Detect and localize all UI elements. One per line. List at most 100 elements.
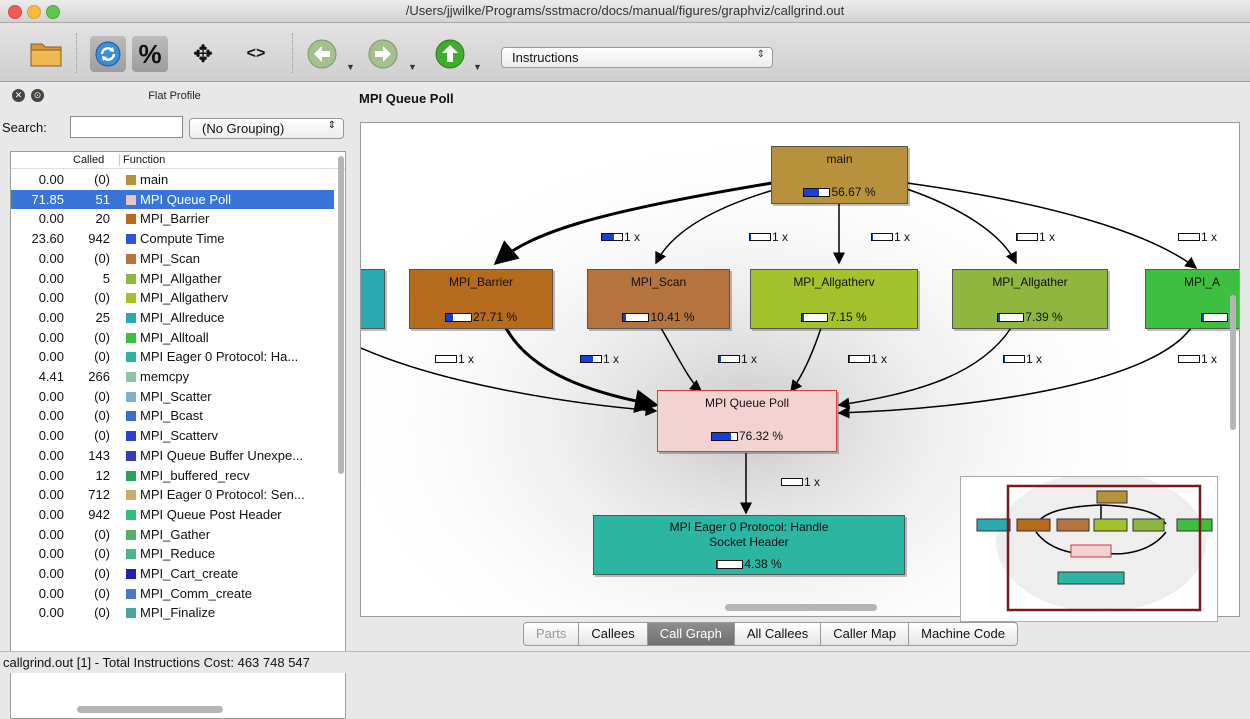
- up-dropdown-arrow[interactable]: ▼: [473, 62, 482, 72]
- search-input[interactable]: [70, 116, 183, 138]
- function-name: MPI Eager 0 Protocol: Ha...: [140, 349, 299, 365]
- list-item[interactable]: 0.00 (0) main: [11, 170, 334, 190]
- list-item[interactable]: 0.00 (0) MPI_Comm_create: [11, 584, 334, 604]
- node-main[interactable]: main 56.67 %: [771, 146, 908, 204]
- node-mpi-queue-poll[interactable]: MPI Queue Poll 76.32 %: [657, 390, 837, 452]
- node-mpi-alltoall[interactable]: MPI_A 5: [1145, 269, 1239, 329]
- graph-overview-minimap[interactable]: [960, 472, 1218, 622]
- list-item[interactable]: 0.00 (0) MPI_Allgatherv: [11, 288, 334, 308]
- list-item[interactable]: 71.85 51 MPI Queue Poll: [11, 189, 334, 210]
- function-name: MPI Queue Poll: [140, 191, 232, 207]
- tab-parts: Parts: [524, 623, 580, 645]
- scroll-thumb[interactable]: [1230, 295, 1236, 430]
- call-count: 20: [95, 211, 110, 227]
- list-item[interactable]: 0.00 (0) MPI_Scan: [11, 249, 334, 269]
- list-item[interactable]: 0.00 (0) MPI_Finalize: [11, 603, 334, 623]
- call-count: 712: [88, 487, 110, 503]
- event-type-select[interactable]: Instructions ⇕: [501, 47, 773, 68]
- up-button[interactable]: [433, 37, 467, 71]
- column-function[interactable]: Function: [119, 154, 165, 166]
- list-item[interactable]: 0.00 712 MPI Eager 0 Protocol: Sen...: [11, 485, 334, 505]
- edge-call-count: 1 x: [871, 230, 910, 244]
- node-mpi-barrier[interactable]: MPI_Barrier 27.71 %: [409, 269, 553, 329]
- open-folder-button[interactable]: [28, 35, 64, 71]
- list-item[interactable]: 0.00 (0) MPI_Cart_create: [11, 564, 334, 584]
- back-dropdown-arrow[interactable]: ▼: [346, 62, 355, 72]
- node-mpi-eager-handle-socket-header[interactable]: MPI Eager 0 Protocol: Handle Socket Head…: [593, 515, 905, 575]
- cost-value: 0.00: [38, 388, 64, 404]
- forward-dropdown-arrow[interactable]: ▼: [408, 62, 417, 72]
- list-item[interactable]: 0.00 (0) MPI_Alltoall: [11, 328, 334, 348]
- grouping-select[interactable]: (No Grouping) ⇕: [189, 118, 344, 139]
- tab-callees[interactable]: Callees: [579, 623, 648, 645]
- function-name: MPI Queue Buffer Unexpe...: [140, 447, 304, 463]
- scroll-thumb[interactable]: [725, 604, 877, 611]
- color-swatch: [126, 470, 136, 481]
- tab-all-callees[interactable]: All Callees: [735, 623, 822, 645]
- expand-cycles-button[interactable]: <>: [238, 39, 274, 69]
- tab-machine-code[interactable]: Machine Code: [909, 623, 1017, 645]
- cycle-detection-button[interactable]: ✥: [188, 39, 218, 69]
- edge-call-count: 1 x: [601, 230, 640, 244]
- edge-call-count: 1 x: [435, 352, 474, 366]
- list-item[interactable]: 0.00 (0) MPI Eager 0 Protocol: Ha...: [11, 347, 334, 367]
- list-item[interactable]: 0.00 (0) MPI_Gather: [11, 525, 334, 545]
- list-item[interactable]: 0.00 (0) MPI_Bcast: [11, 406, 334, 426]
- list-horizontal-scroll-thumb[interactable]: [77, 706, 223, 713]
- cost-value: 0.00: [38, 329, 64, 345]
- node-mpi-allgatherv[interactable]: MPI_Allgatherv 7.15 %: [750, 269, 918, 329]
- node-offscreen-left[interactable]: [361, 269, 385, 329]
- select-arrows-icon: ⇕: [327, 120, 336, 131]
- cost-value: 0.00: [38, 605, 64, 621]
- color-swatch: [126, 509, 136, 520]
- list-item[interactable]: 4.41 266 memcpy: [11, 367, 334, 387]
- list-item[interactable]: 0.00 (0) MPI_Reduce: [11, 544, 334, 564]
- back-arrow-icon: [307, 39, 337, 69]
- list-item[interactable]: 23.60 942 Compute Time: [11, 229, 334, 249]
- color-swatch: [126, 588, 136, 599]
- color-swatch: [126, 608, 136, 619]
- window-title: /Users/jjwilke/Programs/sstmacro/docs/ma…: [405, 3, 845, 18]
- list-item[interactable]: 0.00 942 MPI Queue Post Header: [11, 505, 334, 525]
- panel-title: Flat Profile: [148, 90, 201, 102]
- tab-caller-map[interactable]: Caller Map: [821, 623, 910, 645]
- cost-value: 0.00: [38, 250, 64, 266]
- graph-vertical-scrollbar[interactable]: [1228, 140, 1238, 600]
- status-bar: callgrind.out [1] - Total Instructions C…: [0, 651, 1250, 673]
- node-label: MPI Queue Poll: [704, 396, 790, 410]
- scroll-thumb[interactable]: [338, 156, 344, 474]
- call-count: 25: [95, 309, 110, 325]
- function-name: MPI_Barrier: [140, 211, 210, 227]
- function-name: MPI_Cart_create: [140, 566, 239, 581]
- count-bar: [781, 478, 803, 486]
- list-item[interactable]: 0.00 25 MPI_Allreduce: [11, 308, 334, 328]
- color-swatch: [126, 450, 136, 461]
- list-item[interactable]: 0.00 (0) MPI_Scatter: [11, 387, 334, 407]
- cost-value: 0.00: [38, 309, 64, 325]
- call-count: 12: [95, 467, 110, 483]
- count-bar: [1016, 233, 1038, 241]
- node-mpi-scan[interactable]: MPI_Scan 10.41 %: [587, 269, 730, 329]
- list-item[interactable]: 0.00 143 MPI Queue Buffer Unexpe...: [11, 446, 334, 466]
- count-bar: [848, 355, 870, 363]
- list-item[interactable]: 0.00 12 MPI_buffered_recv: [11, 466, 334, 486]
- count-bar: [435, 355, 457, 363]
- call-count: 266: [88, 369, 110, 384]
- cost-value: 0.00: [38, 408, 64, 424]
- column-called[interactable]: Called: [73, 154, 104, 166]
- list-vertical-scrollbar[interactable]: [336, 152, 345, 718]
- percentage-toggle[interactable]: %: [132, 36, 168, 72]
- angle-brackets-icon: <>: [246, 45, 266, 62]
- count-bar: [580, 355, 602, 363]
- cost-value: 0.00: [38, 290, 64, 306]
- list-item[interactable]: 0.00 20 MPI_Barrier: [11, 209, 334, 229]
- forward-button[interactable]: [366, 37, 400, 71]
- back-button[interactable]: [305, 37, 339, 71]
- node-mpi-allgather[interactable]: MPI_Allgather 7.39 %: [952, 269, 1108, 329]
- function-list[interactable]: Called Function 0.00 (0) main 71.85 51 MPI Qu…: [10, 151, 346, 719]
- color-swatch: [126, 529, 136, 540]
- tab-call-graph[interactable]: Call Graph: [647, 623, 735, 645]
- list-item[interactable]: 0.00 5 MPI_Allgather: [11, 269, 334, 289]
- list-item[interactable]: 0.00 (0) MPI_Scatterv: [11, 426, 334, 446]
- reload-button[interactable]: [90, 36, 126, 72]
